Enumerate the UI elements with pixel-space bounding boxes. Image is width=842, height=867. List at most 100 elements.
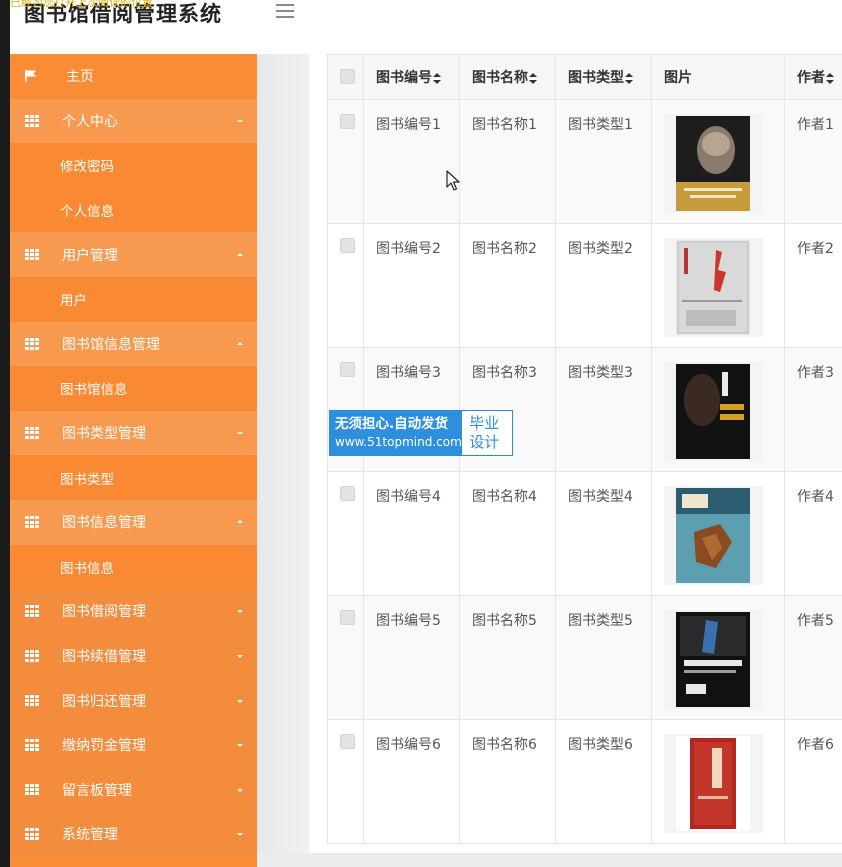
caret-up-icon [237, 341, 243, 345]
main-content: 图书编号 图书名称 图书类型 图片 作者 图书编号1 图书名称1 图书类型1 作者1 图… [257, 54, 842, 867]
sidebar-item[interactable]: 个人中心 [10, 98, 257, 144]
table-row[interactable]: 图书编号6 图书名称6 图书类型6 作者6 [327, 719, 842, 844]
grid-icon [25, 516, 39, 528]
header-image: 图片 [651, 54, 785, 100]
sidebar-item[interactable]: 用户管理 [10, 232, 257, 277]
book-cover-image[interactable] [664, 114, 763, 213]
row-checkbox[interactable] [340, 486, 355, 501]
cell-book-id: 图书编号2 [363, 223, 460, 348]
caret-down-icon [237, 744, 243, 748]
caret-down-icon [237, 699, 243, 703]
sidebar-item[interactable]: 图书信息管理 [10, 499, 257, 545]
top-bar: 图书馆借阅管理系统 已经为您打开上次阅读的位置 [10, 0, 842, 54]
sidebar-subitem[interactable]: 图书馆信息 [10, 366, 257, 411]
cell-book-name: 图书名称5 [459, 595, 556, 720]
book-cover-image[interactable] [664, 610, 763, 709]
watermark-slogan: 无须担心.自动发货 [335, 416, 449, 432]
grid-icon [25, 248, 39, 261]
sort-icon[interactable] [529, 72, 537, 84]
row-checkbox[interactable] [340, 362, 355, 377]
menu-toggle-icon[interactable] [276, 4, 296, 20]
header-select-all[interactable] [327, 54, 364, 100]
sidebar-item[interactable]: 留言板管理 [10, 767, 257, 813]
cell-author: 作者6 [784, 719, 842, 844]
caret-up-icon [237, 252, 243, 256]
left-edge-strip [0, 0, 10, 867]
caret-down-icon [237, 788, 243, 792]
app-window: 图书馆借阅管理系统 已经为您打开上次阅读的位置 主页个人中心修改密码个人信息用户… [0, 0, 842, 867]
cell-author: 作者5 [784, 595, 842, 720]
sidebar-item-label: 缴纳罚金管理 [62, 738, 146, 755]
watermark-label-2: 设计 [469, 433, 500, 451]
sort-icon[interactable] [433, 72, 441, 84]
sidebar-item[interactable]: 图书续借管理 [10, 633, 257, 679]
sidebar-item[interactable]: 图书馆信息管理 [10, 321, 257, 367]
table-row[interactable]: 图书编号4 图书名称4 图书类型4 作者4 [327, 471, 842, 596]
sidebar-item[interactable]: 主页 [10, 54, 257, 99]
sidebar-item-label: 主页 [66, 69, 94, 86]
row-select-cell [327, 719, 364, 844]
sidebar-item[interactable]: 图书借阅管理 [10, 589, 257, 634]
row-checkbox[interactable] [340, 610, 355, 625]
watermark-banner: 无须担心.自动发货 www.51topmind.com 毕业 设计 [329, 410, 513, 456]
sidebar-subitem[interactable]: 用户 [10, 276, 257, 322]
sidebar-item[interactable]: 缴纳罚金管理 [10, 722, 257, 768]
reading-position-notice: 已经为您打开上次阅读的位置 [10, 0, 153, 9]
sidebar-item-label: 个人信息 [60, 204, 114, 221]
sidebar-subitem[interactable]: 图书类型 [10, 455, 257, 500]
sidebar-subitem[interactable]: 个人信息 [10, 187, 257, 233]
cell-book-id: 图书编号1 [363, 99, 460, 224]
table-row[interactable]: 图书编号2 图书名称2 图书类型2 作者2 [327, 223, 842, 348]
sidebar-item-label: 图书馆信息 [60, 382, 128, 399]
sidebar-item[interactable]: 系统管理 [10, 812, 257, 857]
book-cover-image[interactable] [664, 734, 763, 833]
cell-book-type: 图书类型4 [555, 471, 652, 596]
sidebar-item[interactable]: 图书类型管理 [10, 410, 257, 456]
sidebar-item[interactable]: 图书归还管理 [10, 678, 257, 723]
sidebar-item-label: 图书借阅管理 [62, 604, 146, 621]
book-cover-image[interactable] [664, 486, 763, 585]
caret-up-icon [237, 520, 243, 524]
cell-book-type: 图书类型2 [555, 223, 652, 348]
header-book-type[interactable]: 图书类型 [555, 54, 652, 100]
cell-author: 作者3 [784, 347, 842, 472]
header-book-id[interactable]: 图书编号 [363, 54, 460, 100]
table-row[interactable]: 图书编号5 图书名称5 图书类型5 作者5 [327, 595, 842, 720]
sidebar-item-label: 图书续借管理 [62, 649, 146, 666]
sidebar-subitem[interactable]: 修改密码 [10, 143, 257, 188]
cell-book-type: 图书类型5 [555, 595, 652, 720]
sidebar-item-label: 用户管理 [62, 247, 118, 264]
cell-book-id: 图书编号4 [363, 471, 460, 596]
cell-book-type: 图书类型6 [555, 719, 652, 844]
bottom-area [257, 853, 842, 867]
flag-icon [25, 70, 39, 83]
header-author[interactable]: 作者 [784, 54, 842, 100]
grid-icon [25, 605, 39, 618]
grid-icon [25, 114, 39, 127]
cell-book-type: 图书类型1 [555, 99, 652, 224]
cell-author: 作者2 [784, 223, 842, 348]
cell-book-type: 图书类型3 [555, 347, 652, 472]
table-row[interactable]: 图书编号1 图书名称1 图书类型1 作者1 [327, 99, 842, 224]
row-checkbox[interactable] [340, 114, 355, 129]
select-all-checkbox[interactable] [340, 68, 355, 84]
book-cover-image[interactable] [664, 238, 763, 337]
caret-up-icon [237, 431, 243, 435]
header-book-name[interactable]: 图书名称 [459, 54, 556, 100]
grid-icon [25, 694, 39, 707]
sidebar-item-label: 留言板管理 [62, 782, 132, 799]
sidebar-item-label: 个人中心 [62, 113, 118, 130]
watermark-url: www.51topmind.com [335, 435, 462, 449]
sidebar-subitem[interactable]: 图书信息 [10, 544, 257, 590]
caret-down-icon [237, 655, 243, 659]
row-checkbox[interactable] [340, 238, 355, 253]
book-cover-image[interactable] [664, 362, 763, 461]
row-checkbox[interactable] [340, 734, 355, 749]
sidebar-item-label: 图书类型 [60, 471, 114, 488]
sidebar: 主页 个人中心 修改密码 个人信息 用户管理 用户 图书馆信息管理 图书馆信息 图书类型管理 图书… [10, 54, 257, 867]
row-select-cell [327, 223, 364, 348]
sort-icon[interactable] [625, 72, 633, 84]
sidebar-item-label: 图书信息 [60, 560, 114, 577]
cell-book-image [651, 347, 785, 472]
sort-icon[interactable] [826, 72, 834, 84]
